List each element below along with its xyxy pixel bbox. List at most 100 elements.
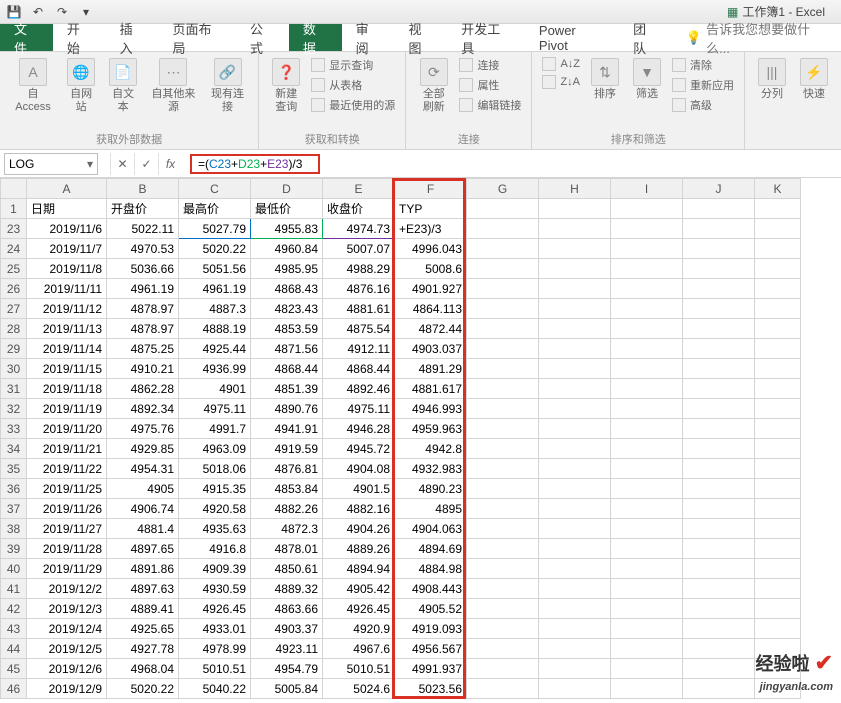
cell[interactable]: 4868.43 bbox=[251, 279, 323, 299]
cell[interactable]: 4890.23 bbox=[395, 479, 467, 499]
row-header[interactable]: 39 bbox=[1, 539, 27, 559]
cell[interactable] bbox=[611, 339, 683, 359]
cell[interactable] bbox=[539, 219, 611, 239]
cell[interactable]: 4853.59 bbox=[251, 319, 323, 339]
cell[interactable]: 2019/11/26 bbox=[27, 499, 107, 519]
cell[interactable]: 2019/12/2 bbox=[27, 579, 107, 599]
from-table-button[interactable]: 从表格 bbox=[309, 76, 397, 94]
cell[interactable] bbox=[755, 219, 801, 239]
cell[interactable]: 4882.26 bbox=[251, 499, 323, 519]
cell[interactable]: 5007.07 bbox=[323, 239, 395, 259]
tab-review[interactable]: 审阅 bbox=[342, 24, 395, 51]
cell[interactable]: 4920.9 bbox=[323, 619, 395, 639]
cell[interactable]: 4895 bbox=[395, 499, 467, 519]
cell[interactable]: 4887.3 bbox=[179, 299, 251, 319]
cell[interactable] bbox=[683, 459, 755, 479]
col-header[interactable]: C bbox=[179, 179, 251, 199]
cell[interactable] bbox=[755, 339, 801, 359]
tab-formula[interactable]: 公式 bbox=[236, 24, 289, 51]
tab-data[interactable]: 数据 bbox=[289, 24, 342, 51]
from-access-button[interactable]: A自 Access bbox=[8, 56, 58, 116]
redo-icon[interactable]: ↷ bbox=[54, 4, 70, 20]
row-header[interactable]: 43 bbox=[1, 619, 27, 639]
cell[interactable]: 4905.52 bbox=[395, 599, 467, 619]
tab-file[interactable]: 文件 bbox=[0, 24, 53, 51]
cell[interactable]: 4956.567 bbox=[395, 639, 467, 659]
cell[interactable] bbox=[683, 399, 755, 419]
cell[interactable]: 5022.11 bbox=[107, 219, 179, 239]
cell[interactable]: 4891.86 bbox=[107, 559, 179, 579]
cell[interactable] bbox=[683, 539, 755, 559]
cell[interactable] bbox=[539, 279, 611, 299]
cell[interactable]: 收盘价 bbox=[323, 199, 395, 219]
cell[interactable]: 4823.43 bbox=[251, 299, 323, 319]
cell[interactable] bbox=[467, 339, 539, 359]
cell[interactable]: 4897.65 bbox=[107, 539, 179, 559]
cell[interactable]: 4946.993 bbox=[395, 399, 467, 419]
cell[interactable]: 4975.76 bbox=[107, 419, 179, 439]
cell[interactable]: 4903.037 bbox=[395, 339, 467, 359]
tab-view[interactable]: 视图 bbox=[394, 24, 447, 51]
namebox-dropdown-icon[interactable]: ▾ bbox=[87, 157, 93, 171]
show-queries-button[interactable]: 显示查询 bbox=[309, 56, 397, 74]
cell[interactable] bbox=[467, 659, 539, 679]
cell[interactable] bbox=[467, 519, 539, 539]
cell[interactable] bbox=[683, 339, 755, 359]
tab-team[interactable]: 团队 bbox=[619, 24, 672, 51]
cell[interactable] bbox=[539, 339, 611, 359]
row-header[interactable]: 29 bbox=[1, 339, 27, 359]
cell[interactable]: 4955.83 bbox=[251, 219, 323, 239]
cell[interactable]: 4929.85 bbox=[107, 439, 179, 459]
cell[interactable]: 4926.45 bbox=[179, 599, 251, 619]
cell[interactable] bbox=[539, 619, 611, 639]
cell[interactable]: 2019/11/25 bbox=[27, 479, 107, 499]
cell[interactable]: 2019/11/8 bbox=[27, 259, 107, 279]
cell[interactable]: 4909.39 bbox=[179, 559, 251, 579]
save-icon[interactable]: 💾 bbox=[6, 4, 22, 20]
cell[interactable] bbox=[539, 319, 611, 339]
row-header[interactable]: 27 bbox=[1, 299, 27, 319]
edit-links-button[interactable]: 编辑链接 bbox=[457, 96, 523, 114]
row-header[interactable]: 34 bbox=[1, 439, 27, 459]
cell[interactable]: 4863.66 bbox=[251, 599, 323, 619]
cell[interactable]: 4960.84 bbox=[251, 239, 323, 259]
formula-input[interactable]: =(C23+D23+E23)/3 bbox=[190, 154, 320, 174]
col-header[interactable]: A bbox=[27, 179, 107, 199]
cell[interactable] bbox=[683, 219, 755, 239]
grid[interactable]: A B C D E F G H I J K 1日期开盘价最高价最低价收盘价TYP… bbox=[0, 178, 801, 699]
cell[interactable] bbox=[683, 519, 755, 539]
cell[interactable] bbox=[467, 639, 539, 659]
from-text-button[interactable]: 📄自文本 bbox=[104, 56, 142, 116]
cell[interactable]: 4946.28 bbox=[323, 419, 395, 439]
row-header[interactable]: 26 bbox=[1, 279, 27, 299]
cell[interactable] bbox=[467, 679, 539, 699]
cell[interactable] bbox=[467, 359, 539, 379]
qat-dropdown-icon[interactable]: ▾ bbox=[78, 4, 94, 20]
cell[interactable] bbox=[683, 579, 755, 599]
cell[interactable] bbox=[755, 599, 801, 619]
cell[interactable] bbox=[755, 459, 801, 479]
cell[interactable]: 4915.35 bbox=[179, 479, 251, 499]
cell[interactable] bbox=[539, 399, 611, 419]
cell[interactable] bbox=[683, 659, 755, 679]
cell[interactable]: 4905.42 bbox=[323, 579, 395, 599]
flash-fill-button[interactable]: ⚡快速 bbox=[795, 56, 833, 103]
cell[interactable]: 5020.22 bbox=[107, 679, 179, 699]
cell[interactable] bbox=[683, 679, 755, 699]
cell[interactable]: 2019/12/9 bbox=[27, 679, 107, 699]
recent-sources-button[interactable]: 最近使用的源 bbox=[309, 96, 397, 114]
cell[interactable] bbox=[755, 539, 801, 559]
sort-az-button[interactable]: A↓Z bbox=[540, 56, 582, 72]
cell[interactable]: 2019/11/27 bbox=[27, 519, 107, 539]
cell[interactable]: 4978.99 bbox=[179, 639, 251, 659]
cell[interactable]: 2019/11/13 bbox=[27, 319, 107, 339]
from-web-button[interactable]: 🌐自网站 bbox=[62, 56, 100, 116]
cell[interactable] bbox=[539, 439, 611, 459]
cell[interactable]: 4889.41 bbox=[107, 599, 179, 619]
cell[interactable]: 5036.66 bbox=[107, 259, 179, 279]
cell[interactable]: 5018.06 bbox=[179, 459, 251, 479]
cell[interactable] bbox=[755, 479, 801, 499]
sort-button[interactable]: ⇅排序 bbox=[586, 56, 624, 103]
col-header[interactable]: E bbox=[323, 179, 395, 199]
cell[interactable] bbox=[611, 499, 683, 519]
